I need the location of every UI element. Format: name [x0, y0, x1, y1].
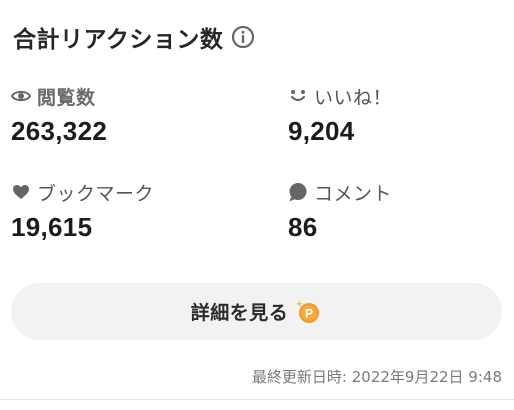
speech-bubble-icon	[288, 182, 308, 202]
stat-comments: コメント 86	[288, 178, 392, 243]
bottom-divider	[0, 399, 514, 400]
stat-bookmarks-label-row: ブックマーク	[11, 178, 154, 206]
panel-title: 合計リアクション数	[13, 27, 224, 53]
stat-comments-label-row: コメント	[288, 178, 392, 206]
stat-bookmarks-label: ブックマーク	[37, 182, 155, 205]
heart-icon	[11, 182, 31, 202]
stat-views: 閲覧数 263,322	[11, 82, 107, 147]
point-coin-icon: P	[296, 299, 322, 325]
info-circle-icon[interactable]	[230, 25, 255, 50]
reaction-summary-panel: 合計リアクション数 閲覧数 263,322 いいね！ 9,204 ブックマーク …	[0, 0, 514, 410]
stat-comments-value: 86	[288, 212, 318, 242]
stat-likes-value: 9,204	[288, 116, 355, 146]
view-details-button[interactable]: 詳細を見る P	[11, 283, 502, 340]
stat-likes-label-row: いいね！	[288, 82, 392, 110]
stat-views-label: 閲覧数	[37, 86, 96, 109]
stat-bookmarks-value: 19,615	[11, 212, 93, 242]
stat-likes-label: いいね！	[314, 86, 393, 109]
smile-face-icon	[288, 86, 308, 106]
stat-likes: いいね！ 9,204	[288, 82, 392, 147]
panel-header: 合計リアクション数	[13, 20, 255, 54]
eye-icon	[11, 86, 31, 106]
view-details-label: 詳細を見る	[190, 303, 289, 324]
stat-comments-label: コメント	[314, 182, 393, 205]
stat-bookmarks: ブックマーク 19,615	[11, 178, 154, 243]
point-coin-letter: P	[305, 306, 313, 320]
last-updated-timestamp: 最終更新日時: 2022年9月22日 9:48	[251, 368, 502, 386]
stat-views-label-row: 閲覧数	[11, 82, 107, 110]
stat-views-value: 263,322	[11, 116, 108, 146]
